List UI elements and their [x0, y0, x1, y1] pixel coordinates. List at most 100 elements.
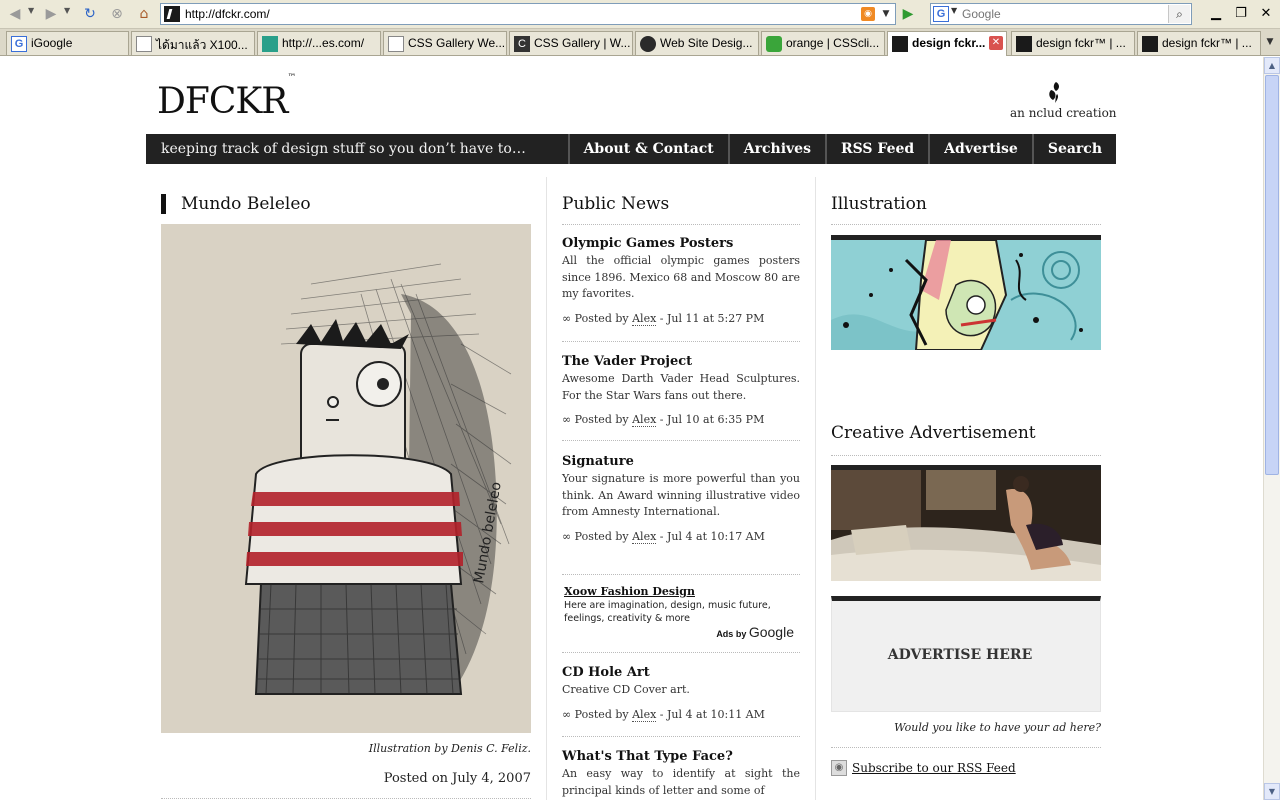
news-meta: ∞ Posted by Alex - Jul 4 at 10:11 AM: [562, 707, 800, 722]
ad-title-link[interactable]: Xoow Fashion Design: [564, 585, 695, 598]
tab-strip: G iGoogle ได้มาแล้ว X100... http://...es…: [0, 29, 1280, 56]
menu-rss-feed[interactable]: RSS Feed: [824, 134, 928, 164]
news-item: What's That Type Face? An easy way to id…: [562, 749, 800, 799]
news-title[interactable]: What's That Type Face?: [562, 749, 800, 764]
address-bar[interactable]: http://dfckr.com/ ◉ ▼: [160, 3, 896, 25]
house-icon: [262, 36, 278, 52]
news-item: The Vader Project Awesome Darth Vader He…: [562, 354, 800, 427]
search-input[interactable]: [962, 5, 1166, 23]
header-bar: keeping track of design stuff so you don…: [146, 134, 1116, 164]
tab-label: orange | CSScli...: [786, 36, 880, 50]
forward-history-dropdown[interactable]: ▼: [64, 6, 70, 15]
news-body: Your signature is more powerful than you…: [562, 472, 800, 518]
page-viewport: DFCKR™ an nclud creation keeping track o…: [0, 57, 1263, 800]
permalink-text[interactable]: ∞ Posted by: [562, 708, 629, 721]
ad-body: Here are imagination, design, music futu…: [564, 600, 771, 624]
menu-advertise[interactable]: Advertise: [928, 134, 1032, 164]
author-link[interactable]: Alex: [632, 707, 657, 722]
search-engine-dropdown[interactable]: ▼: [951, 6, 957, 15]
go-button[interactable]: ▶: [898, 4, 918, 24]
close-window-button[interactable]: ✕: [1255, 4, 1277, 24]
advertisement-thumbnail[interactable]: [831, 465, 1101, 581]
news-body: An easy way to identify at sight the pri…: [562, 767, 800, 797]
minimize-button[interactable]: ▁: [1205, 4, 1227, 24]
url-text[interactable]: http://dfckr.com/: [185, 7, 270, 21]
illustration-thumbnail[interactable]: [831, 235, 1101, 350]
mundo-beleleo-drawing: Mundo beleleo: [161, 224, 531, 733]
site-favicon: [164, 6, 180, 22]
author-link[interactable]: Alex: [632, 413, 657, 427]
tab-es-com[interactable]: http://...es.com/: [257, 31, 381, 55]
site-logo[interactable]: DFCKR™: [157, 73, 296, 122]
back-button[interactable]: ◀: [5, 4, 25, 24]
news-title[interactable]: Signature: [562, 454, 800, 469]
advertise-here-box[interactable]: ADVERTISE HERE: [831, 596, 1101, 712]
rss-icon: ◉: [831, 760, 847, 776]
home-icon[interactable]: ⌂: [134, 4, 154, 24]
menu-archives[interactable]: Archives: [727, 134, 825, 164]
nclud-byline[interactable]: an nclud creation: [1010, 106, 1117, 120]
back-history-dropdown[interactable]: ▼: [28, 6, 34, 15]
tab-design-fckr-active[interactable]: design fckr... ✕: [887, 31, 1007, 56]
restore-button[interactable]: ❐: [1230, 4, 1252, 24]
news-title[interactable]: CD Hole Art: [562, 665, 800, 680]
tab-web-site-design[interactable]: Web Site Desig...: [635, 31, 759, 55]
menu-about-contact[interactable]: About & Contact: [567, 134, 728, 164]
divider: [161, 798, 531, 799]
news-body: Creative CD Cover art.: [562, 683, 690, 696]
abstract-face-illustration: [831, 240, 1101, 350]
rss-feed-icon[interactable]: ◉: [861, 7, 875, 21]
divider: [562, 736, 800, 737]
stop-icon[interactable]: ⊗: [107, 4, 127, 24]
menu-search[interactable]: Search: [1031, 134, 1116, 164]
news-meta: ∞ Posted by Alex - Jul 4 at 10:17 AM: [562, 529, 800, 544]
news-body: All the official olympic games posters s…: [562, 254, 800, 300]
google-icon[interactable]: G: [933, 6, 949, 22]
page-scrollbar[interactable]: ▲ ▼: [1263, 57, 1280, 800]
tab-igoogle[interactable]: G iGoogle: [6, 31, 129, 55]
illustration-title[interactable]: Illustration: [831, 194, 927, 214]
tab-design-fckr-2[interactable]: design fckr™ | ...: [1011, 31, 1135, 55]
permalink-text[interactable]: ∞ Posted by: [562, 413, 629, 426]
scroll-up-arrow-icon[interactable]: ▲: [1264, 57, 1280, 74]
news-title[interactable]: Olympic Games Posters: [562, 236, 800, 251]
advertise-here-label: ADVERTISE HERE: [887, 647, 1033, 663]
tab-css-gallery-we[interactable]: CSS Gallery We...: [383, 31, 507, 55]
permalink-text[interactable]: ∞ Posted by: [562, 530, 629, 543]
divider: [562, 652, 800, 653]
tab-orange-cssclip[interactable]: orange | CSScli...: [761, 31, 885, 55]
permalink-text[interactable]: ∞ Posted by: [562, 312, 629, 325]
ads-by-label: Ads by: [716, 629, 747, 639]
nclud-logo-icon[interactable]: [1044, 81, 1064, 105]
public-news-title[interactable]: Public News: [562, 194, 669, 214]
tab-thai-page[interactable]: ได้มาแล้ว X100...: [131, 31, 255, 55]
url-dropdown[interactable]: ▼: [879, 5, 893, 23]
scroll-thumb[interactable]: [1265, 75, 1279, 475]
subscribe-rss-link[interactable]: ◉ Subscribe to our RSS Feed: [831, 760, 1016, 776]
tab-close-icon[interactable]: ✕: [989, 36, 1003, 50]
tab-list-dropdown-icon[interactable]: ▼: [1262, 34, 1278, 50]
posted-date: Posted on July 4, 2007: [383, 771, 531, 786]
tab-label: design fckr™ | ...: [1162, 36, 1252, 50]
tab-css-gallery-w[interactable]: C CSS Gallery | W...: [509, 31, 633, 55]
author-link[interactable]: Alex: [632, 529, 657, 544]
divider: [831, 455, 1101, 456]
search-magnifier-icon[interactable]: ⌕: [1168, 5, 1190, 23]
feature-illustration[interactable]: Mundo beleleo: [161, 224, 531, 733]
divider: [562, 224, 800, 225]
forward-button[interactable]: ▶: [41, 4, 61, 24]
tab-design-fckr-3[interactable]: design fckr™ | ...: [1137, 31, 1261, 55]
reload-icon[interactable]: ↻: [80, 4, 100, 24]
news-body: Awesome Darth Vader Head Sculptures. For…: [562, 372, 800, 402]
scroll-down-arrow-icon[interactable]: ▼: [1264, 783, 1280, 800]
search-bar[interactable]: G ▼ ⌕: [930, 3, 1192, 25]
author-link[interactable]: Alex: [632, 311, 657, 326]
tab-label: Web Site Desig...: [660, 36, 753, 50]
ads-by-google-link[interactable]: Ads by Google: [716, 624, 794, 640]
post-date: - Jul 4 at 10:17 AM: [659, 529, 765, 543]
creative-advertisement-title[interactable]: Creative Advertisement: [831, 423, 1036, 443]
news-title[interactable]: The Vader Project: [562, 354, 800, 369]
site-tagline: keeping track of design stuff so you don…: [161, 141, 526, 157]
browser-toolbar: ◀ ▼ ▶ ▼ ↻ ⊗ ⌂ http://dfckr.com/ ◉ ▼ ▶ G …: [0, 0, 1280, 29]
feature-title[interactable]: Mundo Beleleo: [161, 194, 311, 214]
